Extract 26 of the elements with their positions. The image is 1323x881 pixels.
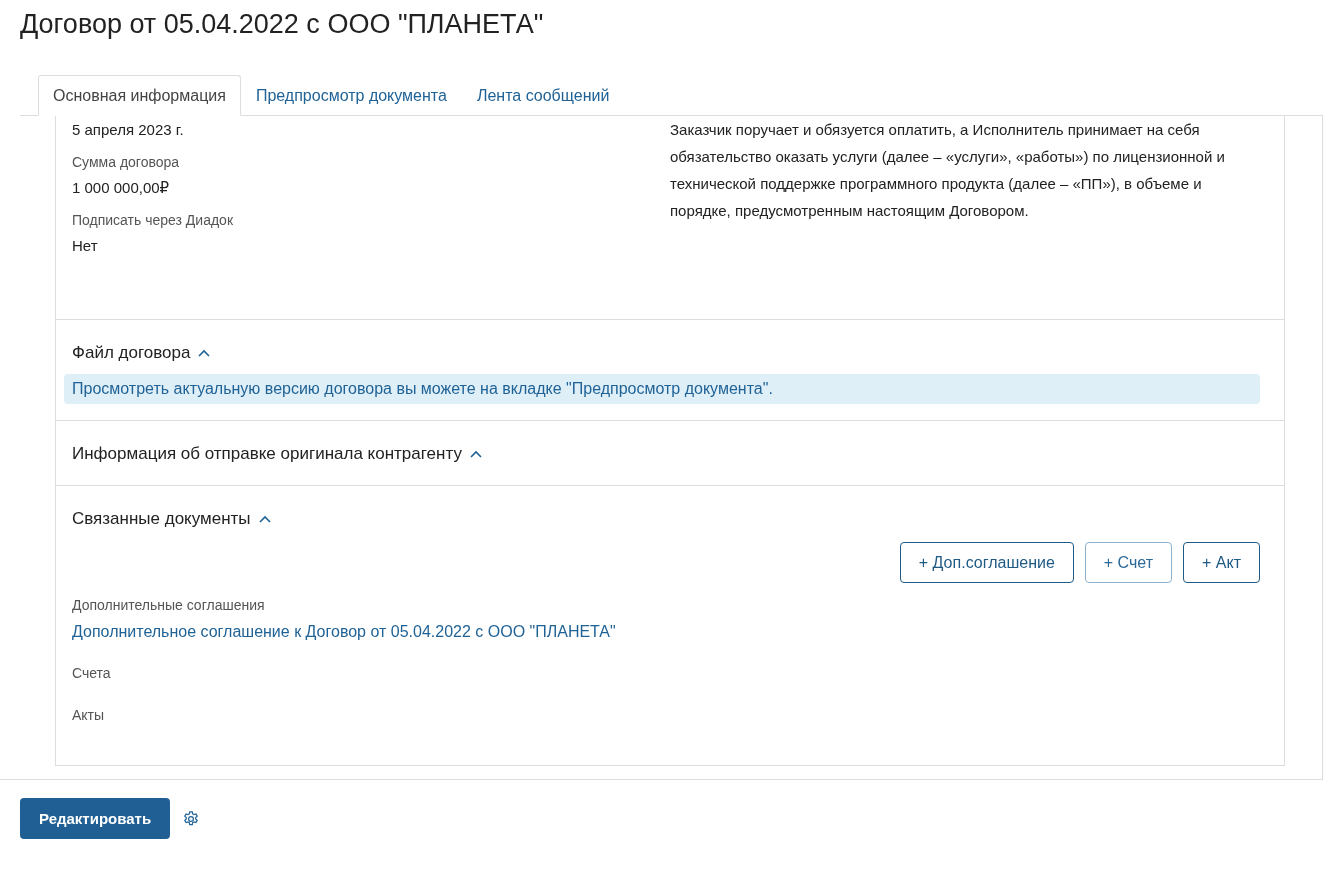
section-title: Информация об отправке оригинала контрагенту bbox=[72, 444, 462, 464]
chevron-up-icon[interactable] bbox=[198, 349, 211, 357]
add-button[interactable]: + Акт bbox=[1183, 542, 1260, 583]
add-button[interactable]: + Доп.соглашение bbox=[899, 542, 1074, 583]
field-label: Подписать через Диадок bbox=[72, 211, 234, 230]
section-title: Файл договора bbox=[72, 343, 191, 363]
add-button[interactable]: + Счет bbox=[1084, 542, 1173, 583]
group-label: Счета bbox=[72, 664, 112, 683]
section-title: Связанные документы bbox=[72, 509, 251, 529]
field-label: Сумма договора bbox=[72, 153, 181, 172]
info-notice: Просмотреть актуальную версию договора вы можете на вкладке "Предпросмотр документа". bbox=[64, 374, 1260, 404]
edit-button[interactable]: Редактировать bbox=[20, 798, 171, 839]
chevron-up-icon[interactable] bbox=[258, 515, 271, 523]
chevron-up-icon[interactable] bbox=[469, 450, 482, 458]
group-label: Акты bbox=[72, 706, 106, 725]
group-label: Дополнительные соглашения bbox=[72, 596, 266, 615]
document-link[interactable]: Дополнительное соглашение к Договор от 05.04.2022 с ООО "ПЛАНЕТА" bbox=[72, 623, 616, 641]
settings-icon[interactable] bbox=[182, 809, 201, 828]
tab[interactable]: Лента сообщений bbox=[461, 75, 625, 116]
field-value: Нет bbox=[72, 236, 99, 256]
field-value: 5 апреля 2023 г. bbox=[72, 120, 185, 140]
field-value: 1 000 000,00₽ bbox=[72, 178, 171, 198]
tab[interactable]: Предпросмотр документа bbox=[240, 75, 462, 116]
page-title: Договор от 05.04.2022 с ООО "ПЛАНЕТА" bbox=[20, 8, 545, 41]
tab[interactable]: Основная информация bbox=[38, 75, 241, 116]
description-text: Заказчик поручает и обязуется оплатить, а Исполнитель принимает на себя обязательство оказать услуги (далее – «услуги», «работы») по лицензионной и технической поддержке программного продукта (далее – «ПП»), в объеме и порядке, предусмотренным настоящим Договором. bbox=[670, 120, 1226, 221]
